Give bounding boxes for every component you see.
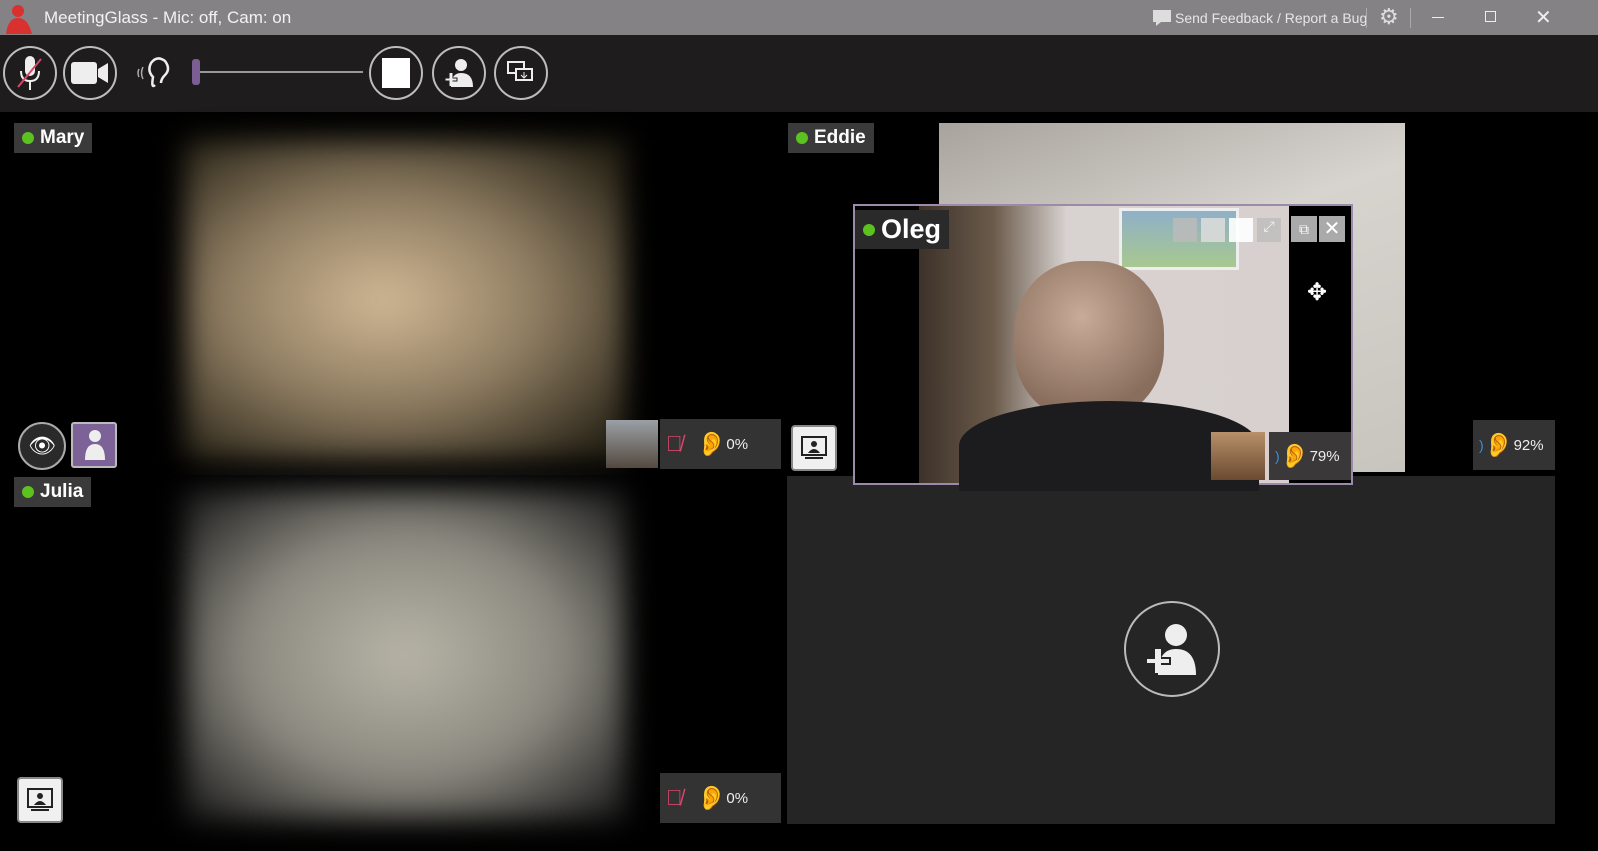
self-view-button[interactable]	[71, 422, 117, 468]
stop-button[interactable]	[369, 46, 423, 100]
invite-participant-button[interactable]	[1124, 601, 1220, 697]
ear-icon: 👂	[1279, 442, 1310, 470]
divider	[1366, 8, 1367, 28]
settings-gear-icon[interactable]: ⚙	[1379, 4, 1399, 30]
restore-button[interactable]	[1485, 11, 1496, 22]
video-content	[1014, 261, 1164, 421]
empty-slot-tile	[787, 476, 1555, 824]
participant-name: Julia	[14, 477, 92, 507]
volume-slider-track[interactable]	[200, 71, 363, 73]
screen-thumbnail[interactable]	[1211, 432, 1265, 480]
fullscreen-icon[interactable]: ⤢	[1257, 218, 1281, 242]
screen-thumbnail[interactable]	[606, 420, 658, 468]
add-participant-button[interactable]	[432, 46, 486, 100]
camera-icon	[71, 62, 108, 84]
camera-toggle-button[interactable]	[63, 46, 117, 100]
audio-status: ) 👂 92%	[1473, 420, 1555, 470]
mic-muted-icon: 🎙̸	[666, 785, 683, 810]
video-feed	[185, 140, 625, 460]
presentation-icon	[27, 788, 53, 811]
add-person-icon	[1145, 624, 1196, 675]
size-medium-button[interactable]	[1201, 218, 1225, 242]
present-screen-button[interactable]	[791, 425, 837, 471]
mic-muted-icon: 🎙̸	[666, 431, 683, 456]
stop-icon	[382, 58, 410, 88]
send-feedback-link[interactable]: Send Feedback / Report a Bug	[1175, 10, 1367, 26]
close-window-button[interactable]: ✕	[1319, 216, 1345, 242]
online-status-icon	[796, 132, 808, 144]
feedback-icon[interactable]	[1152, 9, 1172, 27]
participant-name: Mary	[14, 123, 93, 153]
person-icon	[85, 430, 105, 460]
screen-share-icon	[507, 61, 533, 81]
participant-tile-mary: Mary 👁 🎙̸ 👂 0%	[10, 120, 785, 472]
view-eye-button[interactable]: 👁	[18, 422, 66, 470]
volume-slider-handle[interactable]	[192, 59, 200, 85]
eye-icon: 👁	[28, 433, 56, 458]
title-bar: MeetingGlass - Mic: off, Cam: on Send Fe…	[0, 0, 1598, 35]
mic-toggle-button[interactable]	[3, 46, 57, 100]
participant-name: Eddie	[788, 123, 874, 153]
audio-status: 🎙̸ 👂 0%	[660, 773, 781, 823]
participant-name: Oleg	[855, 210, 950, 249]
ear-icon: 👂	[1483, 431, 1514, 459]
minimize-button[interactable]	[1432, 17, 1444, 18]
presentation-icon	[801, 436, 827, 459]
online-status-icon	[22, 486, 34, 498]
window-size-controls: ⤢	[1173, 218, 1281, 242]
close-button[interactable]: ✕	[1535, 5, 1552, 30]
screen-share-button[interactable]	[494, 46, 548, 100]
speaker-volume-ear-icon	[137, 57, 170, 88]
video-feed	[185, 490, 625, 820]
size-large-button[interactable]	[1229, 218, 1253, 242]
floating-window-oleg[interactable]: Oleg ⤢ ⧉ ✕ ✥ ) 👂 79%	[853, 204, 1353, 491]
divider	[1410, 8, 1411, 28]
window-title: MeetingGlass - Mic: off, Cam: on	[44, 8, 292, 27]
audio-status: ) 👂 79%	[1269, 432, 1351, 480]
add-person-icon	[444, 59, 473, 87]
ear-icon: 👂	[696, 784, 727, 812]
present-screen-button[interactable]	[17, 777, 63, 823]
audio-status: 🎙̸ 👂 0%	[660, 419, 781, 469]
move-handle-icon[interactable]: ✥	[1307, 278, 1327, 307]
ear-icon: 👂	[696, 430, 727, 458]
size-small-button[interactable]	[1173, 218, 1197, 242]
mic-off-icon	[17, 56, 42, 90]
participant-tile-julia: Julia 🎙̸ 👂 0%	[10, 475, 785, 825]
dock-window-button[interactable]: ⧉	[1291, 216, 1317, 242]
app-logo-icon	[6, 5, 32, 34]
toolbar	[0, 35, 1598, 112]
online-status-icon	[863, 223, 875, 236]
online-status-icon	[22, 132, 34, 144]
